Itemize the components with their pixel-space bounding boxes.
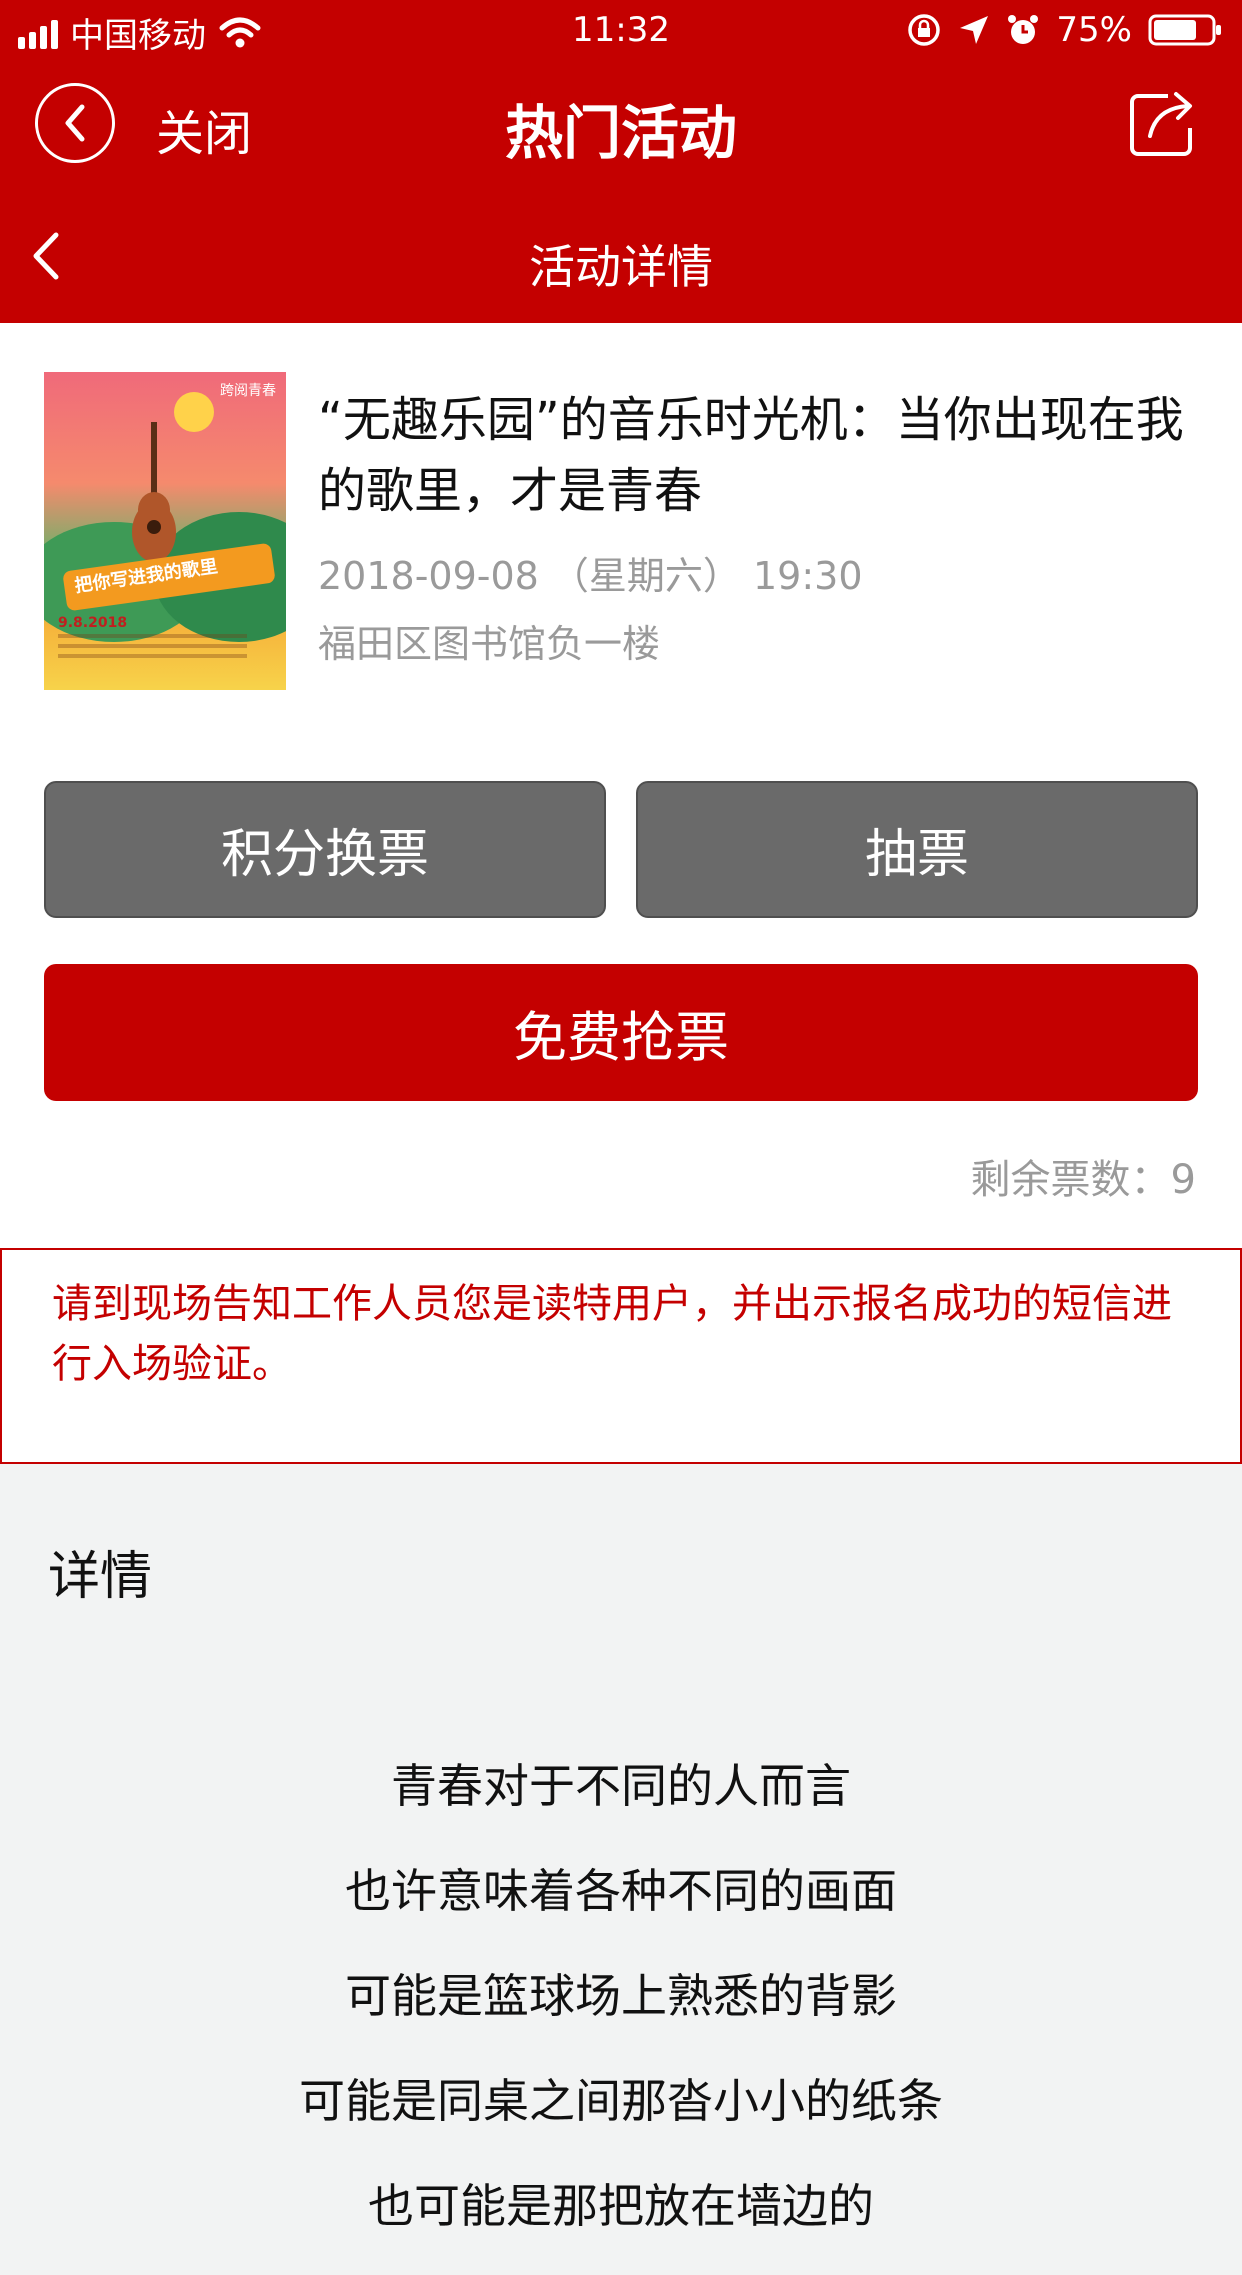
details-body: 青春对于不同的人而言 也许意味着各种不同的画面 可能是篮球场上熟悉的背影 可能是… <box>0 1750 1242 2275</box>
entry-notice: 请到现场告知工作人员您是读特用户，并出示报名成功的短信进行入场验证。 <box>0 1248 1242 1464</box>
event-poster-image[interactable]: 跨阅青春 把你写进我的歌里 9.8.2018 <box>44 372 286 690</box>
poster-tag: 跨阅青春 <box>220 383 276 399</box>
location-arrow-icon <box>960 16 989 44</box>
page-title: 热门活动 <box>504 99 737 167</box>
status-bar: 中国移动 11:32 75% <box>0 0 1242 64</box>
sub-nav-bar: 活动详情 <box>0 191 1242 323</box>
details-heading: 详情 <box>48 1547 153 1607</box>
guitar-illustration <box>132 422 176 562</box>
lottery-button[interactable]: 抽票 <box>636 781 1198 918</box>
event-title: “无趣乐园”的音乐时光机：当你出现在我的歌里，才是青春 <box>318 392 1184 519</box>
poem-line: 可能是同桌之间那沓小小的纸条 <box>299 2074 943 2128</box>
rotation-lock-icon <box>908 14 941 46</box>
alarm-icon <box>1008 15 1039 44</box>
poster-fineprint <box>58 634 268 664</box>
event-location: 福田区图书馆负一楼 <box>318 622 661 666</box>
poem-line: 也许意味着各种不同的画面 <box>345 1864 897 1918</box>
poem-line: 可能是篮球场上熟悉的背影 <box>345 1969 897 2023</box>
remaining-tickets: 剩余票数：9 <box>970 1157 1196 1203</box>
poem-line: 也可能是那把放在墙边的 <box>368 2179 874 2233</box>
event-datetime: 2018-09-08 （星期六） 19:30 <box>318 554 863 598</box>
poem-line: 青春对于不同的人而言 <box>391 1759 851 1813</box>
poster-date: 9.8.2018 <box>58 615 128 631</box>
event-card: 跨阅青春 把你写进我的歌里 9.8.2018 “无趣乐园”的音乐时光机：当你出现… <box>0 323 1242 1248</box>
free-ticket-button[interactable]: 免费抢票 <box>44 964 1198 1101</box>
status-right: 75% <box>906 10 1224 50</box>
battery-icon <box>1148 14 1221 46</box>
share-icon[interactable] <box>1128 88 1198 158</box>
battery-percent: 75% <box>1056 10 1132 50</box>
points-exchange-button[interactable]: 积分换票 <box>44 781 606 918</box>
nav-bar: 关闭 热门活动 <box>0 64 1242 191</box>
sub-page-title: 活动详情 <box>529 240 713 294</box>
